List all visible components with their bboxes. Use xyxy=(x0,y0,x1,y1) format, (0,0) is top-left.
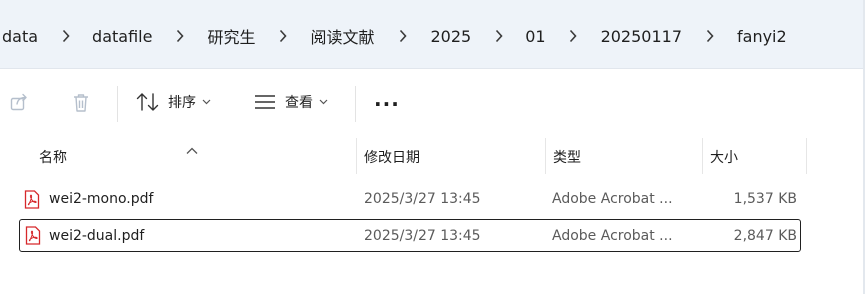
breadcrumb-item-20250117[interactable]: 20250117 xyxy=(601,27,682,46)
toolbar-divider xyxy=(355,86,356,122)
delete-icon[interactable] xyxy=(71,92,91,113)
column-divider[interactable] xyxy=(356,138,357,174)
file-type: Adobe Acrobat ... xyxy=(552,227,673,244)
pdf-file-icon xyxy=(25,220,41,251)
view-label: 查看 xyxy=(285,95,313,111)
breadcrumb-item-2025[interactable]: 2025 xyxy=(430,27,471,46)
view-button[interactable]: 查看 xyxy=(254,92,328,112)
view-list-icon xyxy=(255,95,275,109)
file-type: Adobe Acrobat ... xyxy=(552,191,673,207)
chevron-right-icon[interactable] xyxy=(397,29,408,43)
chevron-right-icon[interactable] xyxy=(60,29,71,43)
chevron-right-icon[interactable] xyxy=(174,29,185,43)
file-modified: 2025/3/27 13:45 xyxy=(364,191,481,207)
file-row[interactable]: wei2-mono.pdf 2025/3/27 13:45 Adobe Acro… xyxy=(19,183,801,215)
column-divider[interactable] xyxy=(545,138,546,174)
column-header-type[interactable]: 类型 xyxy=(553,138,581,176)
file-size: 1,537 KB xyxy=(733,191,797,207)
column-header-name[interactable]: 名称 xyxy=(39,138,67,176)
file-modified: 2025/3/27 13:45 xyxy=(364,227,481,244)
sort-label: 排序 xyxy=(168,95,196,111)
chevron-down-icon xyxy=(319,99,328,105)
breadcrumb-item-yuedu-wenxian[interactable]: 阅读文献 xyxy=(310,24,374,48)
file-name: wei2-mono.pdf xyxy=(49,191,154,207)
chevron-right-icon[interactable] xyxy=(277,29,288,43)
more-options-button[interactable]: ··· xyxy=(374,92,400,116)
command-bar: 排序 查看 ··· xyxy=(0,70,865,136)
breadcrumb-item-fanyi2[interactable]: fanyi2 xyxy=(737,27,787,46)
column-divider[interactable] xyxy=(806,138,807,174)
file-row[interactable]: wei2-dual.pdf 2025/3/27 13:45 Adobe Acro… xyxy=(19,219,801,252)
breadcrumb: data datafile 研究生 阅读文献 2025 01 20250117 … xyxy=(0,24,787,48)
pdf-file-icon xyxy=(24,183,40,215)
address-bar: data datafile 研究生 阅读文献 2025 01 20250117 … xyxy=(0,0,865,69)
sort-button[interactable]: 排序 xyxy=(136,92,211,112)
column-header-size[interactable]: 大小 xyxy=(710,138,738,176)
chevron-right-icon[interactable] xyxy=(704,29,715,43)
column-header: 名称 修改日期 类型 大小 xyxy=(0,138,865,176)
breadcrumb-item-data[interactable]: data xyxy=(2,27,38,46)
toolbar-divider xyxy=(117,86,118,122)
arrow-up-icon xyxy=(136,93,148,111)
breadcrumb-item-datafile[interactable]: datafile xyxy=(92,27,152,46)
chevron-right-icon[interactable] xyxy=(493,29,504,43)
column-divider[interactable] xyxy=(702,138,703,174)
column-header-modified[interactable]: 修改日期 xyxy=(364,138,420,176)
breadcrumb-item-yanjiusheng[interactable]: 研究生 xyxy=(207,24,255,48)
breadcrumb-item-01[interactable]: 01 xyxy=(525,27,545,46)
share-icon[interactable] xyxy=(9,92,29,112)
sort-ascending-icon xyxy=(186,132,198,170)
chevron-down-icon xyxy=(202,99,211,105)
chevron-right-icon[interactable] xyxy=(568,29,579,43)
file-name: wei2-dual.pdf xyxy=(49,227,145,244)
file-size: 2,847 KB xyxy=(733,227,797,244)
